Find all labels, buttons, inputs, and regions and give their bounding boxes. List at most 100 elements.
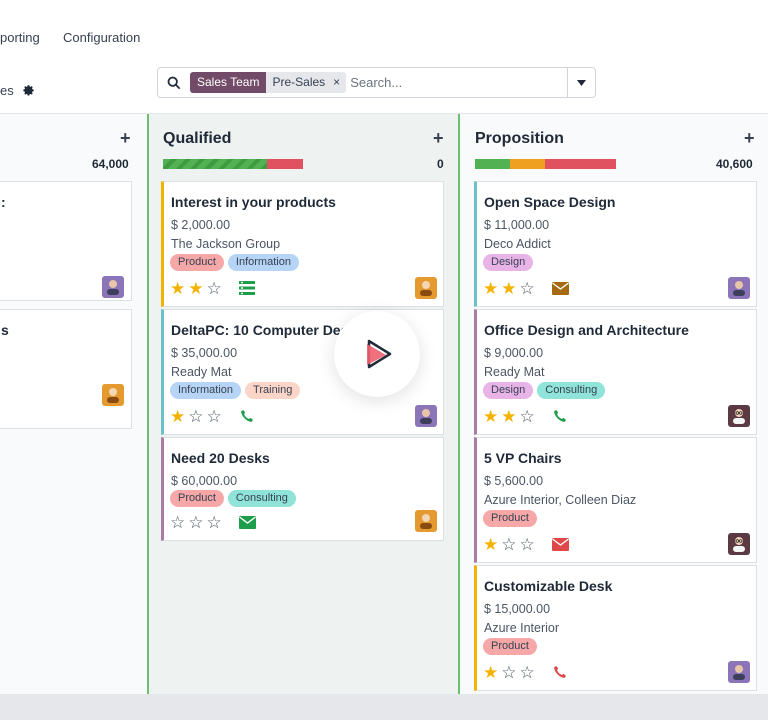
card-company: Ready Mat: [171, 365, 232, 379]
kanban-card[interactable]: Open Space Design $ 11,000.00 Deco Addic…: [474, 181, 757, 307]
kanban-board: + 64,000 : s Qualified + 0 Interest in y…: [0, 114, 768, 694]
star-icon[interactable]: ★: [501, 408, 516, 425]
card-title: s: [1, 322, 9, 338]
tag: Consulting: [537, 382, 606, 399]
phone-icon[interactable]: [553, 409, 567, 423]
avatar[interactable]: [415, 405, 437, 427]
tag: Product: [483, 510, 537, 527]
kanban-card[interactable]: Interest in your products $ 2,000.00 The…: [161, 181, 444, 307]
priority-stars: ★ ☆ ☆: [483, 664, 535, 681]
star-icon[interactable]: ☆: [520, 280, 535, 297]
star-icon[interactable]: ★: [188, 280, 203, 297]
column-total: 0: [437, 157, 444, 171]
search-options-toggle[interactable]: [567, 68, 595, 97]
star-icon[interactable]: ★: [170, 408, 185, 425]
facet-name: Sales Team: [190, 72, 267, 93]
star-icon[interactable]: ☆: [170, 514, 185, 531]
card-amount: $ 15,000.00: [484, 602, 551, 616]
tag: Product: [483, 638, 537, 655]
card-title: :: [1, 194, 6, 210]
avatar[interactable]: [728, 661, 750, 683]
card-title: Open Space Design: [484, 194, 616, 210]
progress-green[interactable]: [475, 159, 510, 169]
progress-orange[interactable]: [510, 159, 545, 169]
email-icon[interactable]: [552, 538, 569, 551]
card-amount: $ 5,600.00: [484, 474, 544, 488]
star-icon[interactable]: ★: [483, 536, 498, 553]
star-icon[interactable]: ☆: [520, 408, 535, 425]
star-icon[interactable]: ☆: [520, 536, 535, 553]
card-tags: Product: [483, 638, 537, 655]
facet-value: Pre-Sales: [266, 72, 332, 93]
avatar[interactable]: [728, 405, 750, 427]
quick-create-button[interactable]: +: [120, 128, 131, 149]
phone-icon[interactable]: [553, 665, 567, 679]
card-amount: $ 11,000.00: [484, 218, 550, 232]
star-icon[interactable]: ☆: [207, 408, 222, 425]
quick-create-button[interactable]: +: [433, 128, 444, 149]
progress-red[interactable]: [545, 159, 616, 169]
priority-stars: ★ ★ ☆: [483, 280, 535, 297]
menu-configuration[interactable]: Configuration: [63, 30, 140, 45]
avatar[interactable]: [102, 384, 124, 406]
progress-green[interactable]: [163, 159, 267, 169]
star-icon[interactable]: ☆: [188, 514, 203, 531]
gear-icon[interactable]: [22, 84, 35, 97]
column-progress-bar[interactable]: [163, 159, 303, 169]
search-icon[interactable]: [158, 76, 190, 90]
avatar[interactable]: [415, 510, 437, 532]
column-progress-bar[interactable]: [475, 159, 616, 169]
star-icon[interactable]: ☆: [188, 408, 203, 425]
search-input[interactable]: [350, 75, 551, 90]
avatar[interactable]: [415, 277, 437, 299]
column-total: 40,600: [716, 157, 753, 171]
facet-remove-button[interactable]: ×: [331, 72, 347, 93]
tag: Product: [170, 490, 224, 507]
priority-stars: ★ ☆ ☆: [483, 536, 535, 553]
star-icon[interactable]: ☆: [501, 664, 516, 681]
card-title: Need 20 Desks: [171, 450, 270, 466]
star-icon[interactable]: ☆: [520, 664, 535, 681]
column-title[interactable]: Qualified: [163, 130, 231, 148]
card-tags: Design: [483, 254, 534, 271]
card-tags: Product: [483, 510, 537, 527]
play-icon: [367, 339, 392, 369]
card-amount: $ 35,000.00: [171, 346, 238, 360]
kanban-card[interactable]: s: [0, 309, 132, 429]
avatar[interactable]: [102, 276, 124, 298]
kanban-card[interactable]: Need 20 Desks $ 60,000.00 Product Consul…: [161, 437, 444, 541]
quick-create-button[interactable]: +: [744, 128, 755, 149]
star-icon[interactable]: ☆: [207, 514, 222, 531]
control-panel: es Sales Team Pre-Sales ×: [0, 62, 768, 114]
star-icon[interactable]: ★: [483, 664, 498, 681]
star-icon[interactable]: ★: [483, 408, 498, 425]
star-icon[interactable]: ☆: [501, 536, 516, 553]
tag: Design: [483, 382, 534, 399]
star-icon[interactable]: ★: [170, 280, 185, 297]
kanban-card[interactable]: 5 VP Chairs $ 5,600.00 Azure Interior, C…: [474, 437, 757, 563]
kanban-card[interactable]: :: [0, 181, 132, 301]
tag: Design: [483, 254, 534, 271]
progress-red[interactable]: [267, 159, 303, 169]
email-icon[interactable]: [239, 516, 256, 529]
kanban-column-previous: + 64,000 : s: [0, 114, 146, 694]
avatar[interactable]: [728, 533, 750, 555]
phone-icon[interactable]: [240, 409, 254, 423]
avatar[interactable]: [728, 277, 750, 299]
search-facet: Sales Team Pre-Sales ×: [190, 72, 347, 93]
breadcrumb-label[interactable]: es: [0, 83, 14, 98]
star-icon[interactable]: ☆: [207, 280, 222, 297]
kanban-card[interactable]: Office Design and Architecture $ 9,000.0…: [474, 309, 757, 435]
play-button[interactable]: [334, 311, 420, 397]
card-amount: $ 9,000.00: [484, 346, 544, 360]
email-icon[interactable]: [552, 282, 569, 295]
card-tags: Design Consulting: [483, 382, 606, 399]
menu-reporting[interactable]: porting: [0, 30, 40, 45]
card-amount: $ 60,000.00: [171, 474, 238, 488]
column-title[interactable]: Proposition: [475, 130, 564, 148]
star-icon[interactable]: ★: [501, 280, 516, 297]
card-title: Office Design and Architecture: [484, 322, 689, 338]
star-icon[interactable]: ★: [483, 280, 498, 297]
todo-list-icon[interactable]: [239, 281, 255, 295]
kanban-card[interactable]: Customizable Desk $ 15,000.00 Azure Inte…: [474, 565, 757, 691]
